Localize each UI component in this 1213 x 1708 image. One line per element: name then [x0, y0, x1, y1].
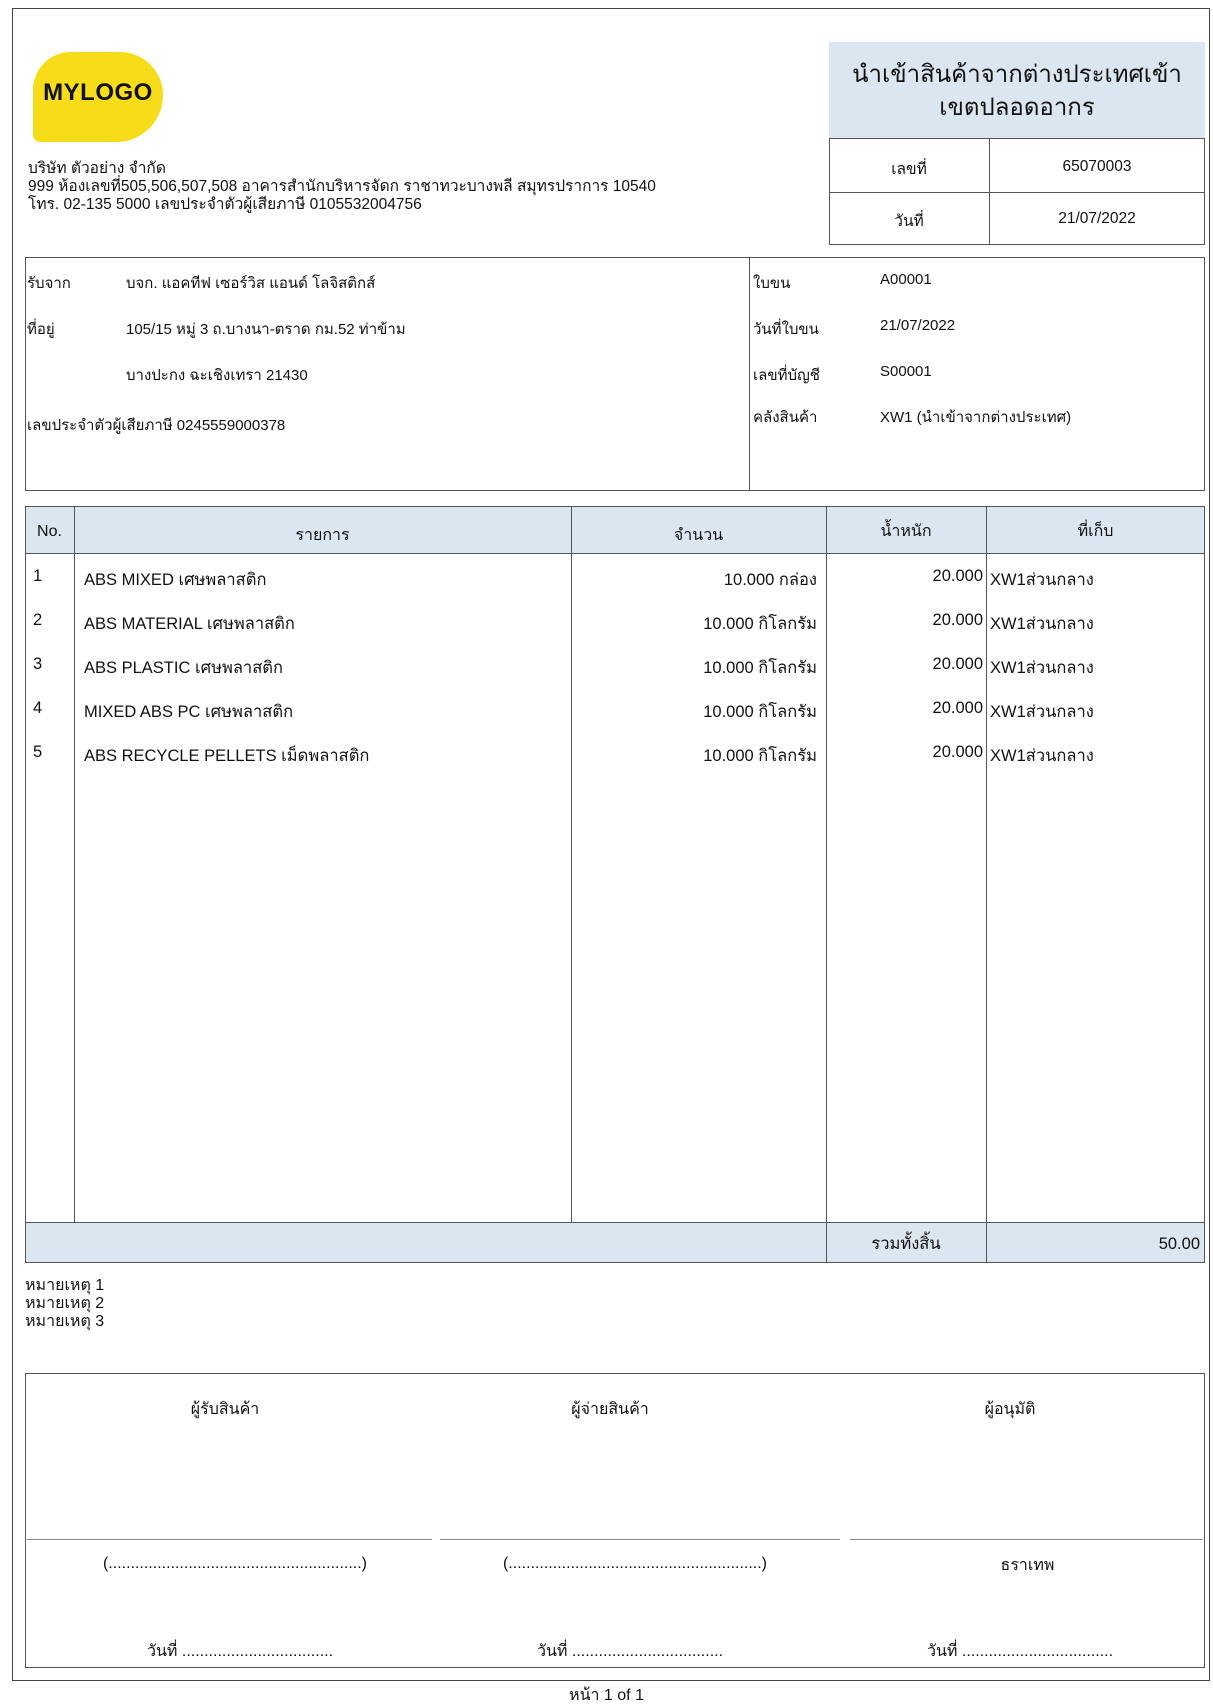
row-no: 2	[33, 611, 43, 629]
signature-receiver-date: วันที่ .................................…	[146, 1643, 334, 1660]
row-location: XW1ส่วนกลาง	[990, 747, 1094, 765]
signature-receiver-name: (.......................................…	[102, 1555, 368, 1572]
account-label: เลขที่บัญชี	[753, 367, 820, 384]
note-line: หมายเหตุ 1	[25, 1277, 105, 1294]
row-weight: 20.000	[932, 655, 983, 673]
company-block: บริษัท ตัวอย่าง จำกัด 999 ห้องเลขที่505,…	[28, 160, 656, 214]
notes: หมายเหตุ 1 หมายเหตุ 2 หมายเหตุ 3	[25, 1277, 104, 1331]
company-name: บริษัท ตัวอย่าง จำกัด	[28, 160, 166, 177]
total-value: 50.00	[1158, 1235, 1200, 1253]
note-line: หมายเหตุ 2	[25, 1295, 105, 1312]
col-header-item: รายการ	[295, 527, 350, 544]
row-location: XW1ส่วนกลาง	[990, 571, 1094, 589]
row-no: 1	[33, 567, 43, 585]
signature-issuer-name: (.......................................…	[502, 1555, 768, 1572]
note-line: หมายเหตุ 3	[25, 1313, 105, 1330]
row-weight: 20.000	[932, 699, 983, 717]
signature-issuer-title: ผู้จ่ายสินค้า	[571, 1401, 649, 1418]
row-no: 4	[33, 699, 43, 717]
address-line2: บางปะกง ฉะเชิงเทรา 21430	[126, 367, 308, 384]
row-no: 3	[33, 655, 43, 673]
total-label: รวมทั้งสิ้น	[871, 1235, 941, 1253]
page-number: หน้า 1 of 1	[569, 1687, 644, 1704]
row-qty: 10.000 กล่อง	[723, 571, 817, 589]
col-header-weight: น้ำหนัก	[880, 523, 932, 540]
row-location: XW1ส่วนกลาง	[990, 615, 1094, 633]
company-address: 999 ห้องเลขที่505,506,507,508 อาคารสำนัก…	[28, 178, 656, 195]
waybill-date-label: วันที่ใบขน	[753, 321, 819, 338]
row-no: 5	[33, 743, 43, 761]
from-value: บจก. แอคทีฟ เซอร์วิส แอนด์ โลจิสติกส์	[126, 275, 376, 292]
signature-issuer-date: วันที่ .................................…	[536, 1643, 724, 1660]
row-weight: 20.000	[932, 611, 983, 629]
col-divider-no	[74, 506, 75, 1223]
col-header-no: No.	[37, 523, 62, 540]
signature-approver-date: วันที่ .................................…	[926, 1643, 1114, 1660]
row-qty: 10.000 กิโลกรัม	[703, 659, 817, 677]
signature-approver-name: ธราเทพ	[1000, 1557, 1055, 1574]
waybill-value: A00001	[880, 271, 932, 288]
document-title: นำเข้าสินค้าจากต่างประเทศเข้า เขตปลอดอาก…	[829, 58, 1205, 124]
waybill-date-value: 21/07/2022	[880, 317, 956, 334]
info-divider	[749, 257, 750, 491]
doc-date-label: วันที่	[894, 213, 924, 230]
row-item: ABS RECYCLE PELLETS เม็ดพลาสติก	[84, 747, 370, 765]
signature-receiver-title: ผู้รับสินค้า	[190, 1401, 260, 1418]
warehouse-label: คลังสินค้า	[753, 409, 818, 426]
signature-line-issuer	[440, 1539, 840, 1540]
row-qty: 10.000 กิโลกรัม	[703, 615, 817, 633]
col-header-location: ที่เก็บ	[1077, 523, 1114, 540]
waybill-label: ใบขน	[753, 275, 791, 292]
document-title-line1: นำเข้าสินค้าจากต่างประเทศเข้า	[852, 61, 1182, 88]
row-qty: 10.000 กิโลกรัม	[703, 747, 817, 765]
row-location: XW1ส่วนกลาง	[990, 703, 1094, 721]
address-line1: 105/15 หมู่ 3 ถ.บางนา-ตราด กม.52 ท่าข้าม	[126, 321, 406, 338]
row-weight: 20.000	[932, 567, 983, 585]
row-qty: 10.000 กิโลกรัม	[703, 703, 817, 721]
address-label: ที่อยู่	[27, 321, 55, 338]
signature-line-receiver	[27, 1539, 432, 1540]
from-label: รับจาก	[27, 275, 71, 292]
col-header-qty: จำนวน	[673, 527, 724, 544]
doc-number-label: เลขที่	[891, 161, 927, 178]
company-contact: โทร. 02-135 5000 เลขประจำตัวผู้เสียภาษี …	[28, 196, 422, 213]
warehouse-value: XW1 (นำเข้าจากต่างประเทศ)	[880, 409, 1072, 426]
signature-line-approver	[850, 1539, 1203, 1540]
signature-approver-title: ผู้อนุมัติ	[984, 1401, 1036, 1418]
row-location: XW1ส่วนกลาง	[990, 659, 1094, 677]
document-title-line2: เขตปลอดอากร	[939, 94, 1095, 121]
logo-text: MYLOGO	[43, 79, 153, 106]
title-row-divider	[829, 192, 1205, 193]
doc-date-value: 21/07/2022	[1058, 210, 1136, 227]
row-item: ABS MIXED เศษพลาสติก	[84, 571, 267, 589]
row-weight: 20.000	[932, 743, 983, 761]
title-col-divider	[989, 139, 990, 245]
tax-id: เลขประจำตัวผู้เสียภาษี 0245559000378	[27, 417, 286, 434]
row-item: ABS PLASTIC เศษพลาสติก	[84, 659, 283, 677]
row-item: MIXED ABS PC เศษพลาสติก	[84, 703, 294, 721]
col-divider-weight	[986, 506, 987, 1263]
doc-number-value: 65070003	[1062, 158, 1132, 175]
row-item: ABS MATERIAL เศษพลาสติก	[84, 615, 295, 633]
account-value: S00001	[880, 363, 932, 380]
